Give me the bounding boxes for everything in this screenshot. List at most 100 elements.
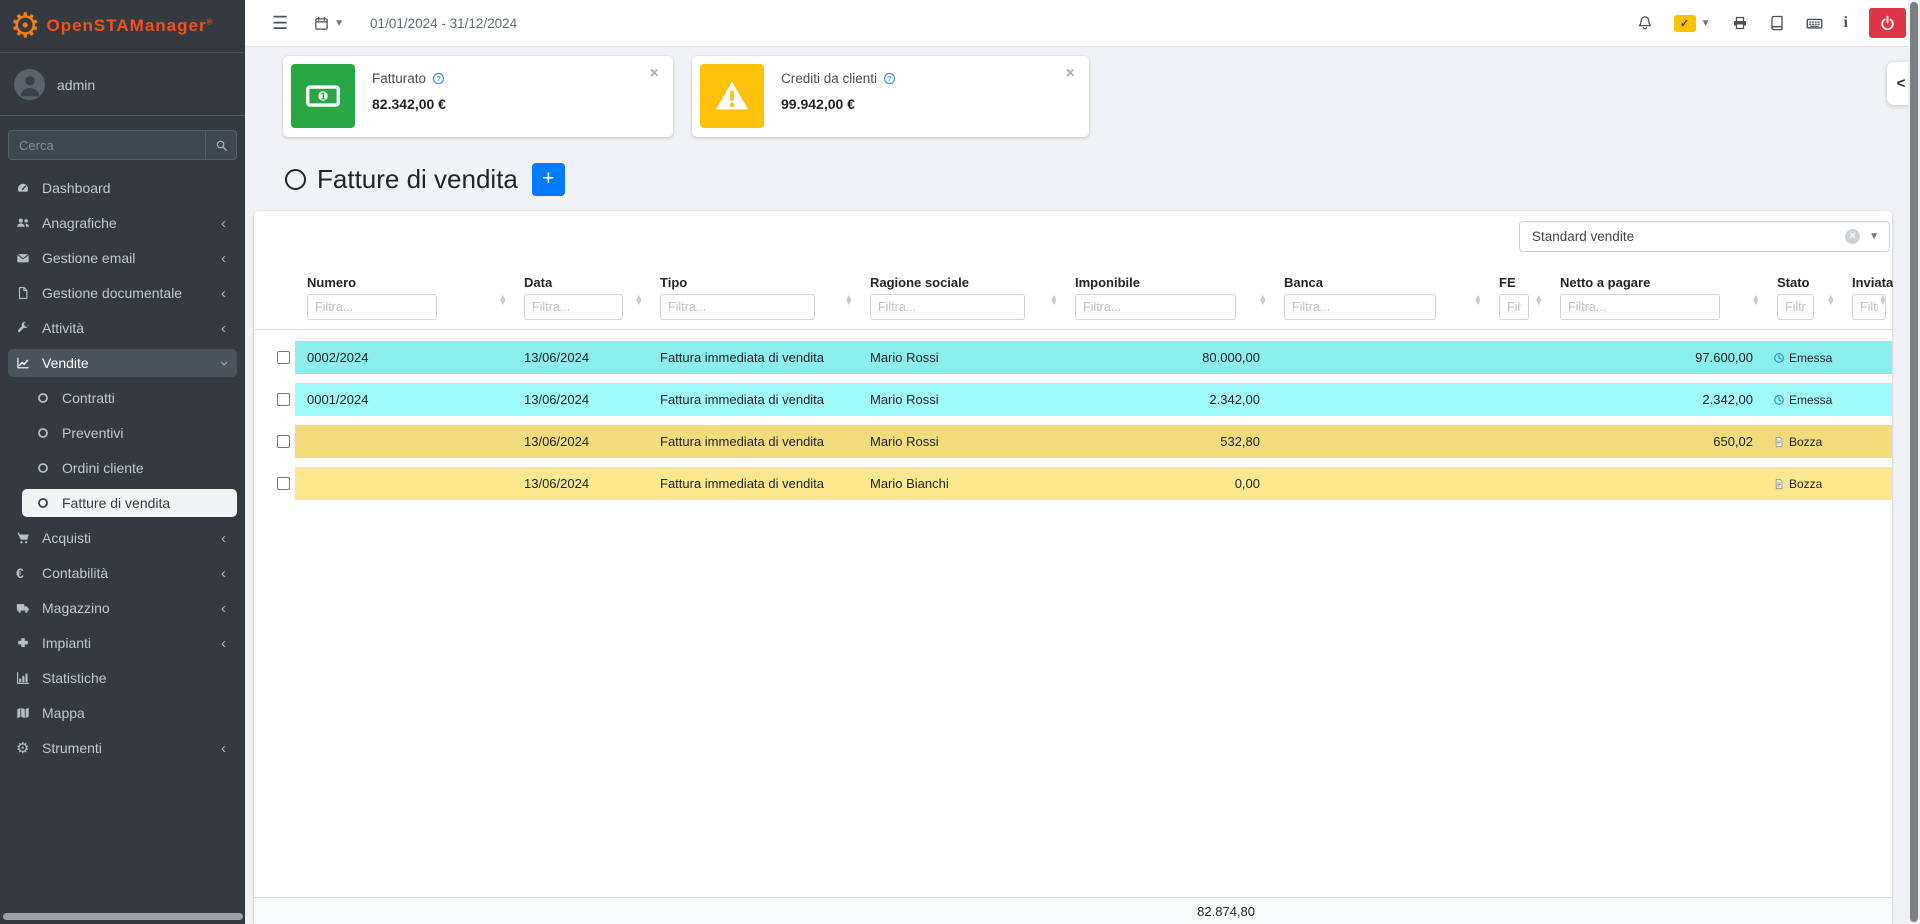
col-header-ragione[interactable]: Ragione sociale — [858, 275, 1063, 294]
sidebar-item-impianti[interactable]: Impianti‹ — [8, 629, 237, 657]
sort-arrows-icon[interactable]: ▲▼ — [1827, 295, 1835, 306]
sidebar-item-strumenti[interactable]: ⚙Strumenti‹ — [8, 734, 237, 762]
sidebar-item-gestione-email[interactable]: Gestione email‹ — [8, 244, 237, 272]
date-range-picker[interactable]: ▼ — [314, 16, 344, 31]
sort-arrows-icon[interactable]: ▲▼ — [1050, 295, 1058, 306]
filter-input-stato[interactable] — [1777, 294, 1814, 320]
sidebar-item-contratti[interactable]: Contratti — [22, 384, 237, 412]
cell-imponibile: 2.342,00 — [1063, 383, 1272, 416]
scrollbar-thumb[interactable] — [1910, 2, 1918, 922]
filter-input-banca[interactable] — [1284, 294, 1436, 320]
row-checkbox[interactable] — [277, 435, 290, 448]
sidebar-horizontal-scrollbar[interactable] — [3, 913, 243, 920]
cell-banca — [1272, 425, 1487, 458]
sidebar-item-vendite[interactable]: Vendite‹ — [8, 349, 237, 377]
help-icon[interactable]: ? — [432, 72, 445, 85]
col-header-numero[interactable]: Numero — [295, 275, 512, 294]
table-row[interactable]: 0001/202413/06/2024Fattura immediata di … — [254, 383, 1892, 416]
clear-selection-icon[interactable]: ✕ — [1845, 229, 1860, 244]
map-icon — [16, 706, 42, 720]
bell-icon[interactable] — [1637, 15, 1653, 31]
sidebar-item-mappa[interactable]: Mappa — [8, 699, 237, 727]
fatturato-label: Fatturato — [372, 71, 426, 86]
search-button[interactable] — [205, 130, 237, 160]
sort-arrows-icon[interactable]: ▲▼ — [1752, 295, 1760, 306]
filter-input-tipo[interactable] — [660, 294, 815, 320]
row-checkbox[interactable] — [277, 477, 290, 490]
filter-input-fe[interactable] — [1499, 294, 1529, 320]
status-label: Bozza — [1789, 477, 1822, 491]
cell-numero — [295, 425, 512, 458]
filter-input-data[interactable] — [524, 294, 623, 320]
sidebar-item-magazzino[interactable]: Magazzino‹ — [8, 594, 237, 622]
segment-select[interactable]: Standard vendite ✕ ▼ — [1519, 221, 1890, 252]
checklist-dropdown[interactable]: ✓ ▼ — [1674, 15, 1711, 32]
sort-arrows-icon[interactable]: ▲▼ — [635, 295, 643, 306]
col-header-imponibile[interactable]: Imponibile — [1063, 275, 1272, 294]
sort-arrows-icon[interactable]: ▲▼ — [845, 295, 853, 306]
filter-input-imponibile[interactable] — [1075, 294, 1236, 320]
brand[interactable]: ⚙ OpenSTAManager® — [0, 0, 245, 53]
draft-doc-icon — [1773, 478, 1785, 490]
col-header-tipo[interactable]: Tipo — [648, 275, 858, 294]
sort-arrows-icon[interactable]: ▲▼ — [1259, 295, 1267, 306]
col-header-data[interactable]: Data — [512, 275, 648, 294]
close-icon[interactable]: × — [1066, 66, 1075, 82]
filter-input-numero[interactable] — [307, 294, 437, 320]
avatar[interactable] — [14, 69, 45, 100]
sidebar-item-statistiche[interactable]: Statistiche — [8, 664, 237, 692]
help-icon[interactable]: ? — [883, 72, 896, 85]
filter-cell-imponibile: ▲▼ — [1063, 294, 1272, 320]
cell-netto: 2.342,00 — [1548, 383, 1765, 416]
sidebar-item-gestione-documentale[interactable]: Gestione documentale‹ — [8, 279, 237, 307]
sidebar-item-contabilita[interactable]: €Contabilità‹ — [8, 559, 237, 587]
sidebar-item-label: Acquisti — [42, 530, 91, 546]
sidebar-item-dashboard[interactable]: Dashboard — [8, 174, 237, 202]
check-badge[interactable]: ✓ — [1674, 15, 1696, 32]
sidebar-item-ordini-cliente[interactable]: Ordini cliente — [22, 454, 237, 482]
keyboard-shortcuts-icon[interactable] — [1806, 15, 1823, 32]
info-icon[interactable]: i — [1844, 14, 1848, 32]
sort-arrows-icon[interactable]: ▲▼ — [499, 295, 507, 306]
user-panel: admin — [0, 53, 245, 116]
filter-input-ragione[interactable] — [870, 294, 1025, 320]
close-icon[interactable]: × — [650, 66, 659, 82]
logout-power-button[interactable] — [1869, 8, 1906, 38]
table-row[interactable]: 0002/202413/06/2024Fattura immediata di … — [254, 341, 1892, 374]
docs-book-icon[interactable] — [1769, 15, 1785, 31]
sidebar-item-fatture-di-vendita[interactable]: Fatture di vendita — [22, 489, 237, 517]
search-input[interactable] — [8, 130, 205, 160]
row-checkbox[interactable] — [277, 351, 290, 364]
print-icon[interactable] — [1732, 15, 1748, 31]
fatturato-card: 1 Fatturato? 82.342,00 € × — [283, 56, 673, 137]
col-header-banca[interactable]: Banca — [1272, 275, 1487, 294]
row-checkbox[interactable] — [277, 393, 290, 406]
truck-icon — [16, 601, 42, 615]
col-header-checkbox — [254, 275, 295, 294]
cell-stato: Emessa — [1765, 383, 1840, 416]
page-scrollbar[interactable] — [1908, 0, 1920, 924]
users-icon — [16, 216, 42, 230]
gear-icon: ⚙ — [16, 741, 42, 756]
cell-inviata — [1840, 341, 1892, 374]
add-invoice-button[interactable]: + — [532, 163, 565, 196]
filter-cell-numero: ▲▼ — [295, 294, 512, 320]
cell-fe — [1487, 341, 1548, 374]
sidebar-item-anagrafiche[interactable]: Anagrafiche‹ — [8, 209, 237, 237]
sidebar-item-preventivi[interactable]: Preventivi — [22, 419, 237, 447]
sort-arrows-icon[interactable]: ▲▼ — [1474, 295, 1482, 306]
sort-arrows-icon[interactable]: ▲▼ — [1879, 295, 1887, 306]
filter-cell-banca: ▲▼ — [1272, 294, 1487, 320]
filter-input-netto[interactable] — [1560, 294, 1720, 320]
user-name[interactable]: admin — [57, 77, 95, 93]
table-row[interactable]: 13/06/2024Fattura immediata di venditaMa… — [254, 425, 1892, 458]
cell-tipo: Fattura immediata di vendita — [648, 383, 858, 416]
sidebar-item-acquisti[interactable]: Acquisti‹ — [8, 524, 237, 552]
cell-stato: Bozza — [1765, 425, 1840, 458]
sidebar-item-attivita[interactable]: Attività‹ — [8, 314, 237, 342]
hamburger-menu-icon[interactable]: ☰ — [272, 14, 288, 32]
col-header-netto[interactable]: Netto a pagare — [1548, 275, 1765, 294]
table-row[interactable]: 13/06/2024Fattura immediata di venditaMa… — [254, 467, 1892, 500]
sort-arrows-icon[interactable]: ▲▼ — [1535, 295, 1543, 306]
sidebar-item-label: Anagrafiche — [42, 215, 117, 231]
